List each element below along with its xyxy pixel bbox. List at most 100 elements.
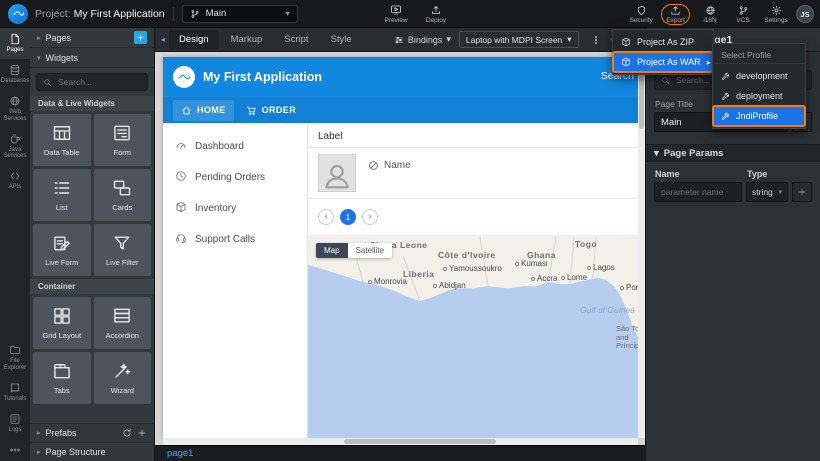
param-col-type: Type [747,169,767,179]
menu-item-jndiprofile[interactable]: JndiProfile [713,106,805,126]
page-params-header[interactable]: ▾ Page Params [646,144,820,162]
menu-item-project-as-zip[interactable]: Project As ZIP [613,32,713,52]
preview-button[interactable]: Preview [383,4,409,24]
widget-tile-form[interactable]: Form [94,114,152,166]
export-button[interactable]: Export [661,4,690,25]
export-icon [670,5,681,16]
gear-icon [771,5,782,16]
canvas-vertical-scrollbar[interactable] [638,57,645,438]
add-prefab-button[interactable] [137,428,147,438]
page-selector-dropdown[interactable]: Main ▾ [182,5,298,23]
page-prev-button[interactable]: ‹ [318,209,334,225]
nav-item-order[interactable]: ORDER [238,100,305,121]
param-type-select[interactable]: string ▾ [746,182,788,202]
security-button[interactable]: Security [628,5,654,24]
widget-tile-data-table[interactable]: Data Table [33,114,91,166]
rail-item-databases[interactable]: Databases [0,59,30,90]
chevron-right-icon: ▸ [37,448,41,456]
map-button[interactable]: Map [316,243,348,258]
widget-tile-wizard[interactable]: Wizard [94,352,152,404]
app-canvas[interactable]: My First Application Search HOME ORDER [163,57,638,438]
accordion-icon [112,306,132,326]
page-next-button[interactable]: › [362,209,378,225]
rail-item-apis[interactable]: APIs [0,165,30,196]
menu-item-development[interactable]: development [713,66,805,86]
gauge-icon [175,139,187,151]
widget-tile-cards[interactable]: Cards [94,169,152,221]
refresh-prefabs-button[interactable] [122,428,132,438]
page-structure-section-header[interactable]: ▸ Page Structure [30,442,154,461]
widget-tile-tabs[interactable]: Tabs [33,352,91,404]
prefabs-section-header[interactable]: ▸ Prefabs [30,423,154,442]
map-widget[interactable]: Map Satellite Sierra Leone Côte d'Ivoire… [308,235,638,438]
scrollbar-thumb[interactable] [344,439,496,444]
widgets-section-header[interactable]: ▾ Widgets [30,48,154,68]
deploy-button[interactable]: Deploy [423,4,449,24]
add-param-button[interactable] [792,182,812,202]
cube-icon [175,201,187,213]
page-current[interactable]: 1 [340,209,356,225]
rail-item-file-explorer[interactable]: File Explorer [0,339,30,377]
vcs-branch-icon [738,5,749,16]
rail-item-tutorials[interactable]: Tutorials [0,377,30,408]
tab-style[interactable]: Style [321,30,362,49]
branch-icon [190,9,200,19]
menu-item-support-calls[interactable]: Support Calls [163,224,307,255]
wavemaker-logo[interactable] [8,4,28,24]
map-label-city: Abidjan [433,281,466,290]
map-label-country: Togo [575,239,597,249]
widget-search-input[interactable] [56,76,141,88]
rail-item-logs[interactable]: Logs [0,408,30,439]
widget-tile-accordion[interactable]: Accordion [94,297,152,349]
widget-tile-live-form[interactable]: Live Form [33,224,91,276]
left-rail: Pages Databases Web Services Java Servic… [0,28,30,461]
collapse-sidebar-icon[interactable]: ◂ [161,35,165,44]
device-selector[interactable]: Laptop with MDPI Screen ▾ [459,31,579,48]
widget-tile-grid-layout[interactable]: Grid Layout [33,297,91,349]
shield-icon [636,5,647,16]
param-name-input[interactable] [654,182,742,202]
tab-design[interactable]: Design [169,30,219,49]
settings-button[interactable]: Settings [763,5,789,24]
canvas-options-menu[interactable] [591,35,601,45]
app-title: My First Application [203,70,322,84]
widget-tile-list[interactable]: List [33,169,91,221]
nav-item-home[interactable]: HOME [173,100,234,121]
tab-script[interactable]: Script [274,30,318,49]
label-widget[interactable]: Label [308,123,638,147]
list-widget[interactable]: Name [308,147,638,199]
map-label-city: Lome [561,273,587,282]
menu-item-pending-orders[interactable]: Pending Orders [163,162,307,193]
plus-icon [137,428,147,438]
rail-item-java-services[interactable]: Java Services [0,128,30,166]
canvas-horizontal-scrollbar[interactable] [163,438,638,445]
menu-item-deployment[interactable]: deployment [713,86,805,106]
code-icon [9,170,21,182]
form-icon [112,123,132,143]
page-tab-page1[interactable]: page1 [167,448,193,459]
live-form-icon [52,233,72,253]
i18n-button[interactable]: i18N [697,5,723,24]
tab-markup[interactable]: Markup [221,30,273,49]
menu-item-dashboard[interactable]: Dashboard [163,131,307,162]
bindings-button[interactable]: Bindings ▾ [394,34,451,45]
user-avatar[interactable]: JS [796,5,814,23]
funnel-icon [112,233,132,253]
pages-section-header[interactable]: ▸ Pages [30,28,154,48]
widget-tile-live-filter[interactable]: Live Filter [94,224,152,276]
no-image-icon [368,160,379,171]
satellite-button[interactable]: Satellite [348,243,392,258]
rail-item-more[interactable] [0,439,30,461]
rail-item-web-services[interactable]: Web Services [0,90,30,128]
rail-item-pages[interactable]: Pages [0,28,30,59]
chevron-right-icon: ▸ [37,34,41,42]
coffee-cup-icon [9,133,21,145]
vcs-button[interactable]: VCS [730,5,756,24]
picture-placeholder [318,154,356,192]
menu-item-project-as-war[interactable]: Project As WAR ▸ [613,52,713,72]
city-dot [433,284,437,288]
cart-icon [246,105,257,116]
menu-item-inventory[interactable]: Inventory [163,193,307,224]
map-label-country: Liberia [403,269,434,279]
add-page-button[interactable] [134,31,147,44]
